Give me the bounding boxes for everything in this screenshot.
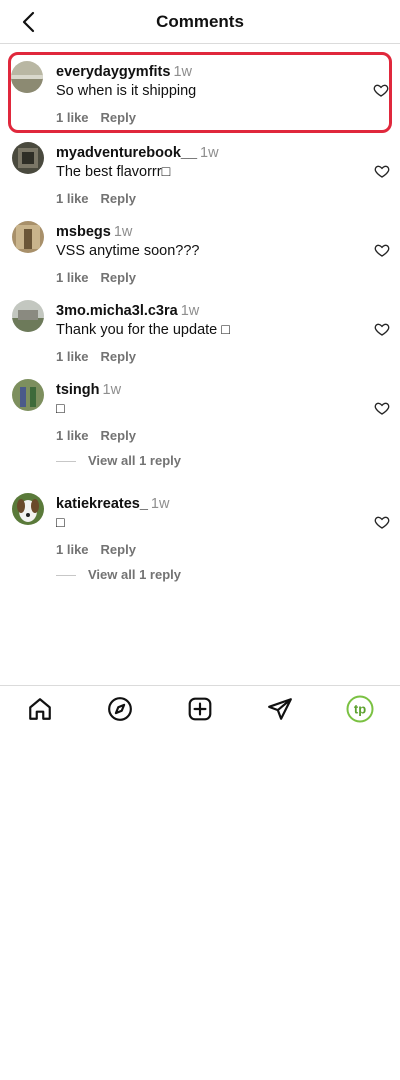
create-plus-icon [188,697,212,720]
comment-username[interactable]: everydaygymfits [56,64,170,80]
comment-item: everydaygymfits 1w So when is it shipping… [8,52,392,133]
view-replies-row: View all 1 reply [0,449,400,484]
avatar[interactable] [12,493,44,525]
comment-time: 1w [173,64,192,80]
comment-time: 1w [113,224,133,240]
avatar[interactable] [11,61,43,93]
heart-icon[interactable] [374,400,390,416]
comment-text: □ [56,401,65,417]
view-replies-button[interactable]: View all 1 reply [88,567,181,582]
comments-list: everydaygymfits 1w So when is it shipping… [0,52,400,598]
comment-item: katiekreates_ 1w □ 1 like Reply [0,484,400,563]
divider [56,461,76,462]
svg-text:tp: tp [354,701,366,716]
avatar[interactable] [12,221,44,253]
like-count[interactable]: 1 like [56,270,89,285]
bottom-tab-bar: tp [0,685,400,731]
tab-create[interactable] [180,689,220,729]
comment-time: 1w [150,496,170,512]
page-title: Comments [156,12,244,31]
view-replies-row: View all 1 reply [0,563,400,598]
avatar[interactable] [12,379,44,411]
avatar[interactable] [12,300,44,332]
like-count[interactable]: 1 like [56,191,89,206]
like-count[interactable]: 1 like [56,110,89,125]
divider [56,575,76,576]
like-count[interactable]: 1 like [56,349,89,364]
comment-username[interactable]: msbegs [56,224,111,240]
reply-button[interactable]: Reply [101,110,136,125]
reply-button[interactable]: Reply [101,270,136,285]
tab-profile[interactable]: tp [340,689,380,729]
comment-time: 1w [102,382,122,398]
direct-send-icon [268,697,292,720]
comment-text: Thank you for the update □ [56,322,231,338]
like-count[interactable]: 1 like [56,428,89,443]
comment-item: myadventurebook__ 1w The best flavorrr□ 1… [0,133,400,212]
tab-explore[interactable] [100,689,140,729]
comment-text: □ [56,515,65,531]
tab-direct[interactable] [260,689,300,729]
header-bar: Comments [0,0,400,44]
comment-time: 1w [200,145,219,161]
reply-button[interactable]: Reply [101,542,136,557]
heart-icon[interactable] [374,242,390,258]
comment-username[interactable]: katiekreates_ [56,496,148,512]
comment-username[interactable]: 3mo.micha3l.c3ra [56,303,178,319]
profile-avatar-icon: tp [346,695,374,722]
comment-time: 1w [180,303,200,319]
comment-item: tsingh 1w □ 1 like Reply [0,370,400,449]
comment-username[interactable]: myadventurebook__ [56,145,197,161]
heart-icon[interactable] [374,163,390,179]
explore-compass-icon [108,696,132,721]
heart-icon[interactable] [374,321,390,337]
heart-icon[interactable] [373,82,389,98]
view-replies-button[interactable]: View all 1 reply [88,453,181,468]
heart-icon[interactable] [374,514,390,530]
reply-button[interactable]: Reply [101,191,136,206]
reply-button[interactable]: Reply [101,349,136,364]
comment-item: msbegs 1w VSS anytime soon??? 1 like Reply [0,212,400,291]
reply-button[interactable]: Reply [101,428,136,443]
like-count[interactable]: 1 like [56,542,89,557]
comment-text: So when is it shipping [56,83,197,99]
comment-item: 3mo.micha3l.c3ra 1w Thank you for the upd… [0,291,400,370]
comment-username[interactable]: tsingh [56,382,100,398]
tab-home[interactable] [20,689,60,729]
comment-text: VSS anytime soon??? [56,243,200,259]
avatar[interactable] [12,142,44,174]
comment-text: The best flavorrr□ [56,164,171,180]
home-icon [29,697,51,720]
